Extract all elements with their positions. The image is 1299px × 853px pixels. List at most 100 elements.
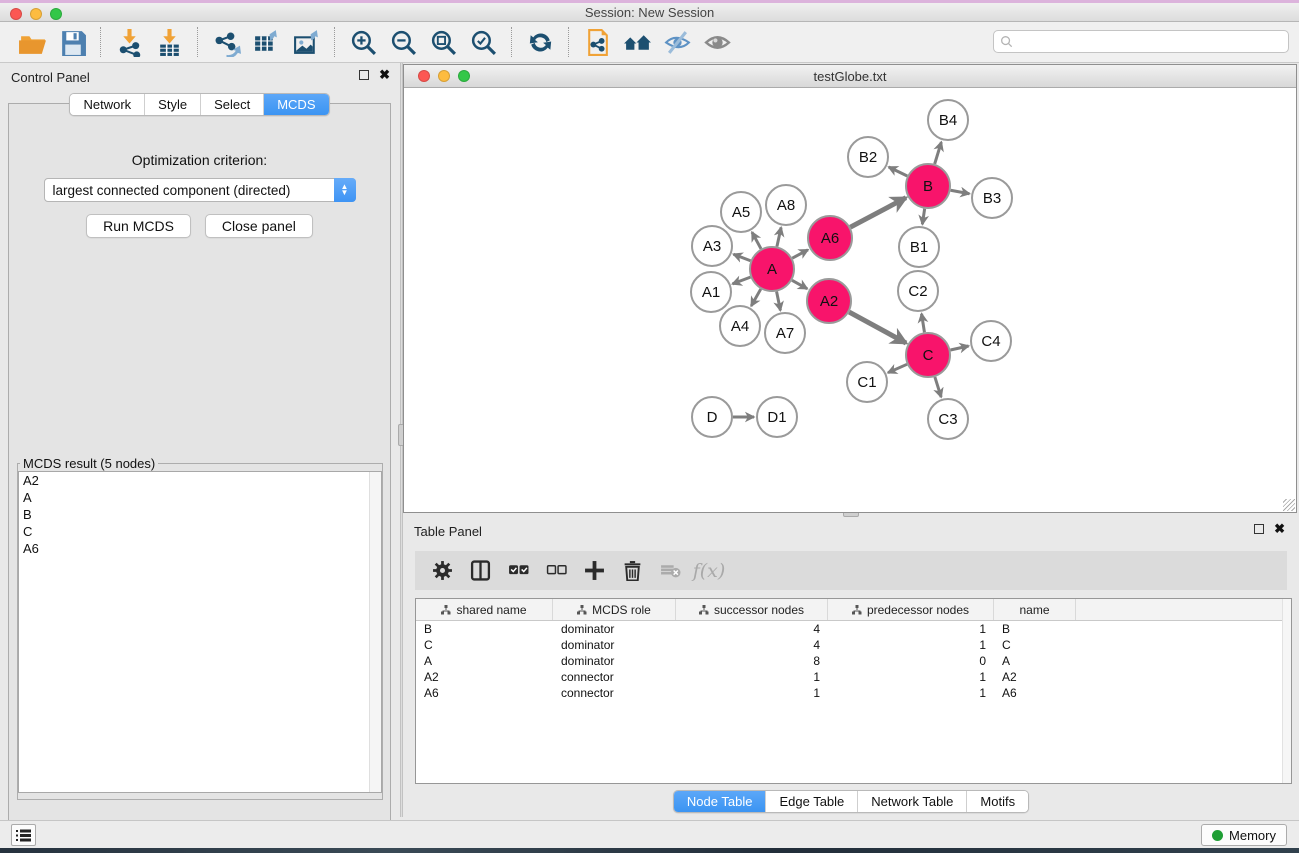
column-header-successor-nodes[interactable]: successor nodes: [676, 599, 828, 620]
node-A1[interactable]: A1: [691, 272, 731, 312]
node-D[interactable]: D: [692, 397, 732, 437]
export-table-icon[interactable]: [246, 25, 286, 59]
show-panels-button[interactable]: [11, 824, 36, 846]
node-A2[interactable]: A2: [807, 279, 851, 323]
node-A6[interactable]: A6: [808, 216, 852, 260]
table-row[interactable]: Bdominator41B: [416, 621, 1291, 637]
gear-icon[interactable]: [425, 556, 459, 586]
close-panel-icon[interactable]: ✖: [379, 70, 390, 80]
edge-A2-C[interactable]: [849, 312, 906, 343]
table-row[interactable]: Adominator80A: [416, 653, 1291, 669]
node-D1[interactable]: D1: [757, 397, 797, 437]
zoom-in-icon[interactable]: [343, 25, 383, 59]
memory-button[interactable]: Memory: [1201, 824, 1287, 846]
import-table-icon[interactable]: [149, 25, 189, 59]
edge-C-C3[interactable]: [935, 377, 941, 397]
edge-A-A1[interactable]: [733, 277, 751, 284]
node-C1[interactable]: C1: [847, 362, 887, 402]
node-C3[interactable]: C3: [928, 399, 968, 439]
edge-A-A4[interactable]: [751, 289, 760, 306]
result-list-item[interactable]: A: [19, 489, 381, 506]
hide-glyphs-icon[interactable]: [657, 25, 697, 59]
node-A8[interactable]: A8: [766, 185, 806, 225]
tab-node-table[interactable]: Node Table: [674, 791, 767, 812]
node-A4[interactable]: A4: [720, 306, 760, 346]
tab-select[interactable]: Select: [201, 94, 264, 115]
show-glyphs-icon[interactable]: [697, 25, 737, 59]
close-table-panel-icon[interactable]: ✖: [1274, 524, 1285, 534]
edge-C-C4[interactable]: [950, 346, 968, 350]
run-mcds-button[interactable]: Run MCDS: [86, 214, 191, 238]
float-panel-icon[interactable]: [359, 70, 369, 80]
deselect-all-icon[interactable]: [539, 556, 573, 586]
result-list-item[interactable]: A2: [19, 472, 381, 489]
node-table[interactable]: shared nameMCDS rolesuccessor nodesprede…: [415, 598, 1292, 784]
node-B2[interactable]: B2: [848, 137, 888, 177]
trash-icon[interactable]: [615, 556, 649, 586]
node-B[interactable]: B: [906, 164, 950, 208]
result-list-item[interactable]: A6: [19, 540, 381, 557]
network-file-icon[interactable]: [577, 25, 617, 59]
node-B1[interactable]: B1: [899, 227, 939, 267]
node-C2[interactable]: C2: [898, 271, 938, 311]
tab-motifs[interactable]: Motifs: [967, 791, 1028, 812]
resize-grip-icon[interactable]: [1283, 499, 1295, 511]
node-A7[interactable]: A7: [765, 313, 805, 353]
export-network-icon[interactable]: [206, 25, 246, 59]
tab-network-table[interactable]: Network Table: [858, 791, 967, 812]
network-graph[interactable]: B4 B2 B B3 A8A5 A6 A3 B1 A A1 C2 A2 A4A7 C4 C C1 C3 D D1: [404, 88, 1296, 512]
node-A3[interactable]: A3: [692, 226, 732, 266]
network-window-titlebar[interactable]: testGlobe.txt: [404, 65, 1296, 88]
import-network-icon[interactable]: [109, 25, 149, 59]
float-table-panel-icon[interactable]: [1254, 524, 1264, 534]
open-file-icon[interactable]: [12, 25, 52, 59]
close-panel-button[interactable]: Close panel: [205, 214, 313, 238]
node-B3[interactable]: B3: [972, 178, 1012, 218]
zoom-selected-icon[interactable]: [463, 25, 503, 59]
tab-style[interactable]: Style: [145, 94, 201, 115]
refresh-icon[interactable]: [520, 25, 560, 59]
zoom-fit-icon[interactable]: [423, 25, 463, 59]
table-row[interactable]: A6connector11A6: [416, 685, 1291, 701]
column-header-predecessor-nodes[interactable]: predecessor nodes: [828, 599, 994, 620]
edge-A-A6[interactable]: [792, 250, 808, 258]
edge-A-A8[interactable]: [777, 227, 781, 246]
table-scrollbar[interactable]: [1282, 599, 1291, 783]
edge-C-C1[interactable]: [888, 364, 907, 372]
save-session-icon[interactable]: [52, 25, 92, 59]
edge-B-B2[interactable]: [889, 167, 908, 176]
select-all-icon[interactable]: [501, 556, 535, 586]
edge-B-B4[interactable]: [935, 142, 942, 164]
table-row[interactable]: Cdominator41C: [416, 637, 1291, 653]
edge-A6-B[interactable]: [850, 198, 906, 228]
edge-C-C2[interactable]: [922, 314, 925, 333]
column-header-MCDS-role[interactable]: MCDS role: [553, 599, 676, 620]
column-header-name[interactable]: name: [994, 599, 1076, 620]
search-text-field[interactable]: [1013, 35, 1288, 49]
node-C4[interactable]: C4: [971, 321, 1011, 361]
mcds-result-list[interactable]: A2ABCA6: [18, 471, 382, 793]
edge-B-B1[interactable]: [922, 209, 924, 224]
edge-A-A5[interactable]: [752, 232, 761, 249]
search-input[interactable]: [993, 30, 1289, 53]
home-icon[interactable]: [617, 25, 657, 59]
result-list-item[interactable]: C: [19, 523, 381, 540]
tab-edge-table[interactable]: Edge Table: [766, 791, 858, 812]
edge-A-A2[interactable]: [792, 280, 807, 289]
node-B4[interactable]: B4: [928, 100, 968, 140]
criterion-dropdown[interactable]: largest connected component (directed) ▲…: [44, 178, 356, 202]
zoom-out-icon[interactable]: [383, 25, 423, 59]
node-A5[interactable]: A5: [721, 192, 761, 232]
table-row[interactable]: A2connector11A2: [416, 669, 1291, 685]
columns-icon[interactable]: [463, 556, 497, 586]
tab-network[interactable]: Network: [70, 94, 145, 115]
tab-mcds[interactable]: MCDS: [264, 94, 328, 115]
edge-B-B3[interactable]: [951, 190, 970, 194]
add-icon[interactable]: [577, 556, 611, 586]
node-C[interactable]: C: [906, 333, 950, 377]
export-image-icon[interactable]: [286, 25, 326, 59]
node-A[interactable]: A: [750, 247, 794, 291]
network-canvas[interactable]: B4 B2 B B3 A8A5 A6 A3 B1 A A1 C2 A2 A4A7 C4 C C1 C3 D D1: [404, 88, 1296, 512]
edge-A-A7[interactable]: [777, 292, 781, 311]
column-header-shared-name[interactable]: shared name: [416, 599, 553, 620]
